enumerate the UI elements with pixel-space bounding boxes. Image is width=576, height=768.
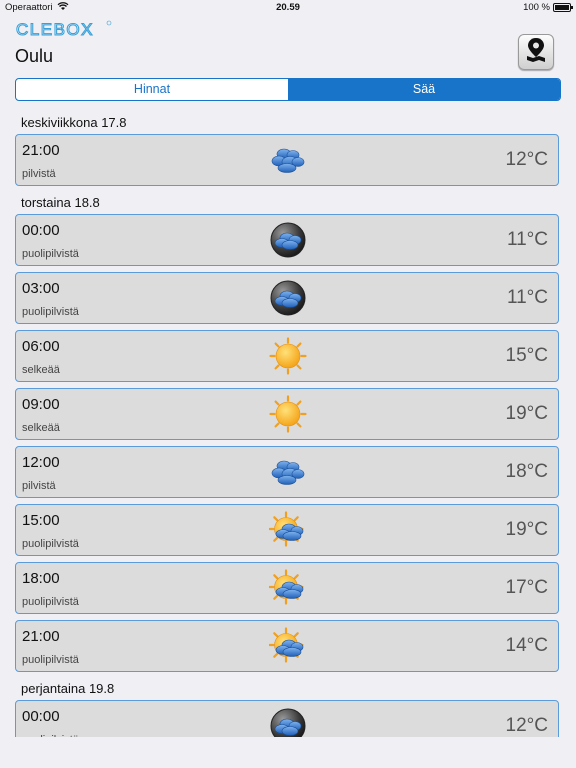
tab-control: Hinnat Sää — [15, 78, 561, 101]
forecast-time: 21:00 — [22, 628, 60, 645]
forecast-description: puolipilvistä — [22, 306, 79, 318]
forecast-temperature: 11°C — [506, 287, 548, 308]
forecast-time: 00:00 — [22, 708, 60, 725]
forecast-description: selkeää — [22, 422, 60, 434]
forecast-description: puolipilvistä — [22, 734, 79, 737]
forecast-description: selkeää — [22, 364, 60, 376]
forecast-list[interactable]: keskiviikkona 17.8 21:00 pilvistä 12°C tors… — [0, 112, 576, 737]
day-header: torstaina 18.8 — [21, 195, 100, 210]
forecast-temperature: 19°C — [505, 403, 548, 424]
forecast-description: pilvistä — [22, 168, 56, 180]
forecast-temperature: 11°C — [506, 229, 548, 250]
forecast-row[interactable]: 12:00 pilvistä 18°C — [15, 446, 559, 498]
forecast-temperature: 17°C — [505, 577, 548, 598]
forecast-description: pilvistä — [22, 480, 56, 492]
forecast-row[interactable]: 00:00 puolipilvistä 12°C — [15, 700, 559, 737]
map-pin-icon — [525, 37, 547, 68]
forecast-time: 18:00 — [22, 570, 60, 587]
forecast-time: 06:00 — [22, 338, 60, 355]
partly-cloudy-icon — [268, 627, 307, 665]
day-header: perjantaina 19.8 — [21, 681, 115, 696]
forecast-description: puolipilvistä — [22, 248, 79, 260]
forecast-temperature: 14°C — [505, 635, 548, 656]
battery-percentage: 100 % — [523, 2, 550, 13]
night-partly-cloudy-icon — [269, 707, 307, 737]
forecast-time: 21:00 — [22, 142, 60, 159]
forecast-row[interactable]: 03:00 puolipilvistä 11°C — [15, 272, 559, 324]
forecast-description: puolipilvistä — [22, 538, 79, 550]
partly-cloudy-icon — [268, 511, 307, 549]
forecast-row[interactable]: 09:00 selkeää 19°C — [15, 388, 559, 440]
night-partly-cloudy-icon — [269, 221, 307, 259]
sun-icon — [269, 395, 307, 433]
forecast-temperature: 19°C — [505, 519, 548, 540]
cloudy-icon — [269, 453, 307, 491]
forecast-temperature: 12°C — [505, 149, 548, 170]
location-button[interactable] — [518, 34, 554, 70]
forecast-row[interactable]: 06:00 selkeää 15°C — [15, 330, 559, 382]
clebox-logo: CLEBOX — [15, 19, 116, 40]
forecast-time: 12:00 — [22, 454, 60, 471]
day-header: keskiviikkona 17.8 — [21, 115, 127, 130]
tab-weather[interactable]: Sää — [288, 79, 560, 100]
forecast-time: 03:00 — [22, 280, 60, 297]
city-title: Oulu — [15, 46, 54, 66]
forecast-row[interactable]: 00:00 puolipilvistä 11°C — [15, 214, 559, 266]
clock-label: 20.59 — [276, 2, 300, 13]
forecast-description: puolipilvistä — [22, 596, 79, 608]
logo-text: CLEBOX — [16, 20, 94, 39]
sun-icon — [269, 337, 307, 375]
forecast-row[interactable]: 18:00 puolipilvistä 17°C — [15, 562, 559, 614]
forecast-row[interactable]: 21:00 puolipilvistä 14°C — [15, 620, 559, 672]
forecast-row[interactable]: 21:00 pilvistä 12°C — [15, 134, 559, 186]
status-bar: Operaattori 20.59 100 % — [0, 0, 576, 16]
forecast-temperature: 12°C — [505, 715, 548, 736]
forecast-temperature: 15°C — [505, 345, 548, 366]
cloudy-icon — [269, 141, 307, 179]
partly-cloudy-icon — [268, 569, 307, 607]
night-partly-cloudy-icon — [269, 279, 307, 317]
forecast-time: 15:00 — [22, 512, 60, 529]
forecast-temperature: 18°C — [505, 461, 548, 482]
forecast-row[interactable]: 15:00 puolipilvistä 19°C — [15, 504, 559, 556]
forecast-time: 00:00 — [22, 222, 60, 239]
forecast-description: puolipilvistä — [22, 654, 79, 666]
tab-prices[interactable]: Hinnat — [16, 79, 288, 100]
forecast-time: 09:00 — [22, 396, 60, 413]
battery-icon — [553, 3, 573, 12]
